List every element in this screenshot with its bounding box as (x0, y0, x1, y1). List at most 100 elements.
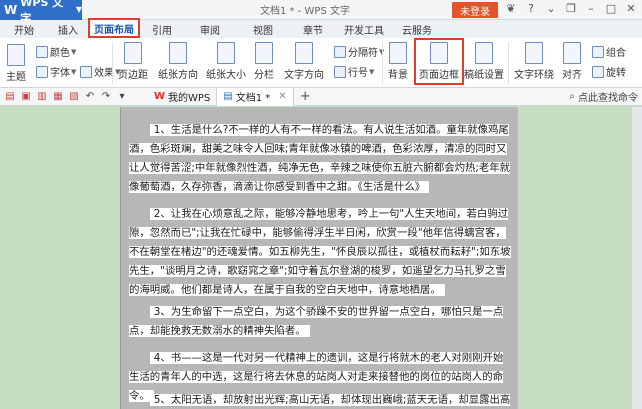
document-icon: ▤ (223, 91, 233, 102)
document-page[interactable]: 1、生活是什么?不一样的人有不一样的看法。有人说生活如酒。童年就像鸡尾酒，色彩斑… (120, 107, 518, 409)
columns-icon (255, 42, 273, 64)
breaks-icon (334, 45, 346, 58)
wps-logo-icon: W (154, 91, 166, 102)
text-wrap-label: 文字环绕 (514, 70, 554, 81)
paper-size-button[interactable]: 纸张大小 (206, 42, 246, 81)
paragraph-3-text: 3、为生命留下一点空白，为这个骄躁不安的世界留一点空白，哪怕只是一点点，却能挽救… (129, 306, 504, 337)
tab-sections[interactable]: 章节 (290, 20, 336, 38)
new-tab-icon[interactable]: + (300, 89, 311, 104)
text-wrap-icon (525, 42, 543, 64)
background-button[interactable]: 背景 (388, 42, 408, 81)
paper-size-icon (217, 42, 235, 64)
effects-label: 效果 (94, 68, 114, 79)
redo-icon[interactable]: ↷ (100, 91, 112, 103)
group-button[interactable]: 组合 (592, 44, 626, 59)
app-menu-button[interactable]: W WPS 文字 ▼ (0, 0, 82, 25)
paragraph-1: 1、生活是什么?不一样的人有不一样的看法。有人说生活如酒。童年就像鸡尾酒，色彩斑… (129, 121, 511, 197)
search-icon: ⌕ (569, 91, 575, 102)
tab-references[interactable]: 引用 (140, 20, 184, 38)
columns-button[interactable]: 分栏 (254, 42, 274, 81)
skin-icon[interactable]: ❦ (504, 2, 518, 15)
align-label: 对齐 (562, 70, 582, 81)
maximize-icon[interactable]: □ (604, 2, 618, 15)
colors-button[interactable]: 颜色 ▼ (36, 44, 76, 59)
tab-developer[interactable]: 开发工具 (336, 20, 392, 38)
help-icon[interactable]: ? (524, 2, 538, 15)
document1-label: 文档1 * (235, 93, 271, 104)
group-icon (592, 45, 604, 58)
title-bar: W WPS 文字 ▼ 文档1 * - WPS 文字 未登录 ❦ ? ⌄ ❐ – … (0, 0, 642, 25)
tab-document1[interactable]: ▤ 文档1 * ✕ (217, 87, 294, 106)
rotate-label: 旋转 (606, 68, 626, 79)
paragraph-1-text: 1、生活是什么?不一样的人有不一样的看法。有人说生活如酒。童年就像鸡尾酒，色彩斑… (129, 124, 511, 193)
divider (112, 42, 113, 84)
fonts-button[interactable]: 字体 ▼ (36, 64, 76, 79)
login-button[interactable]: 未登录 (452, 2, 498, 18)
ribbon-page-layout: 主题 颜色 ▼ 字体 ▼ 效果 ▼ 页边距 纸张方向 纸张大小 分栏 文字方向 分隔符… (0, 38, 642, 88)
breaks-label: 分隔符 (348, 48, 378, 59)
font-icon (36, 65, 48, 78)
open-folder-icon[interactable]: ▤ (4, 91, 16, 103)
effects-icon (80, 65, 92, 78)
window-controls: ❦ ? ⌄ ❐ – □ ✕ (504, 2, 638, 15)
theme-button[interactable]: 主题 (6, 44, 26, 83)
tab-insert[interactable]: 插入 (48, 20, 88, 38)
line-numbers-label: 行号 (348, 68, 368, 79)
paragraph-2: 2、让我在心烦意乱之际，能够冷静地思考，吟上一句"人生天地间，若白驹过隙，忽然而… (129, 205, 511, 300)
rotate-icon (592, 65, 604, 78)
group-label: 组合 (606, 48, 626, 59)
my-wps-label: 我的WPS (168, 93, 211, 104)
settings-icon[interactable]: ⌄ (544, 2, 558, 15)
divider (382, 42, 383, 84)
paper-setup-label: 稿纸设置 (464, 70, 504, 81)
save-icon[interactable]: ▣ (20, 91, 32, 103)
margins-label: 页边距 (118, 70, 148, 81)
theme-icon (7, 44, 25, 66)
margins-button[interactable]: 页边距 (118, 42, 148, 81)
colors-label: 颜色 (50, 48, 70, 59)
tab-view[interactable]: 视图 (236, 20, 290, 38)
tab-review[interactable]: 审阅 (184, 20, 236, 38)
undo-icon[interactable]: ↶ (84, 91, 96, 103)
page-border-icon (430, 42, 448, 64)
align-button[interactable]: 对齐 (562, 42, 582, 81)
orientation-button[interactable]: 纸张方向 (158, 42, 198, 81)
dropdown-icon[interactable]: ▾ (116, 91, 128, 103)
breaks-button[interactable]: 分隔符▼ (334, 44, 384, 59)
minimize-icon[interactable]: – (584, 2, 598, 15)
quick-access-bar: ▤ ▣ ▥ ▦ ▧ ↶ ↷ ▾ W 我的WPS ▤ 文档1 * ✕ + ⌕ 点此… (0, 87, 642, 106)
tab-my-wps[interactable]: W 我的WPS (148, 87, 218, 106)
text-direction-icon (295, 42, 313, 64)
effects-button[interactable]: 效果 ▼ (80, 64, 120, 79)
wps-logo-icon: W (4, 2, 18, 17)
print-icon[interactable]: ▦ (52, 91, 64, 103)
line-numbers-button[interactable]: 行号 ▼ (334, 64, 374, 79)
columns-label: 分栏 (254, 70, 274, 81)
background-label: 背景 (388, 70, 408, 81)
margins-icon (124, 42, 142, 64)
tab-cloud-services[interactable]: 云服务 (392, 20, 442, 38)
preview-icon[interactable]: ▧ (68, 91, 80, 103)
paper-setup-button[interactable]: 稿纸设置 (464, 42, 504, 81)
orientation-icon (169, 42, 187, 64)
orientation-label: 纸张方向 (158, 70, 198, 81)
tab-start[interactable]: 开始 (0, 20, 48, 38)
text-direction-button[interactable]: 文字方向 (284, 42, 324, 81)
text-direction-label: 文字方向 (284, 70, 324, 81)
restore-icon[interactable]: ❐ (564, 2, 578, 15)
pdf-icon[interactable]: ▥ (36, 91, 48, 103)
close-icon[interactable]: ✕ (624, 2, 638, 15)
close-tab-icon[interactable]: ✕ (278, 91, 286, 102)
page-border-button[interactable]: 页面边框 (414, 38, 464, 85)
tab-page-layout[interactable]: 页面布局 (88, 18, 140, 38)
document-area[interactable]: 1、生活是什么?不一样的人有不一样的看法。有人说生活如酒。童年就像鸡尾酒，色彩斑… (0, 107, 642, 409)
paper-setup-icon (475, 42, 493, 64)
command-search[interactable]: ⌕ 点此查找命令 (569, 89, 638, 104)
vertical-scrollbar[interactable] (632, 107, 642, 409)
rotate-button[interactable]: 旋转 (592, 64, 626, 79)
paper-size-label: 纸张大小 (206, 70, 246, 81)
text-wrap-button[interactable]: 文字环绕 (514, 42, 554, 81)
palette-icon (36, 45, 48, 58)
paragraph-5: 5、太阳无语，却放射出光辉;高山无语，却体现出巍峨;蓝天无语，却显露出高远; (129, 391, 511, 409)
menu-tabs: 开始 插入 页面布局 引用 审阅 视图 章节 开发工具 云服务 (0, 18, 642, 38)
